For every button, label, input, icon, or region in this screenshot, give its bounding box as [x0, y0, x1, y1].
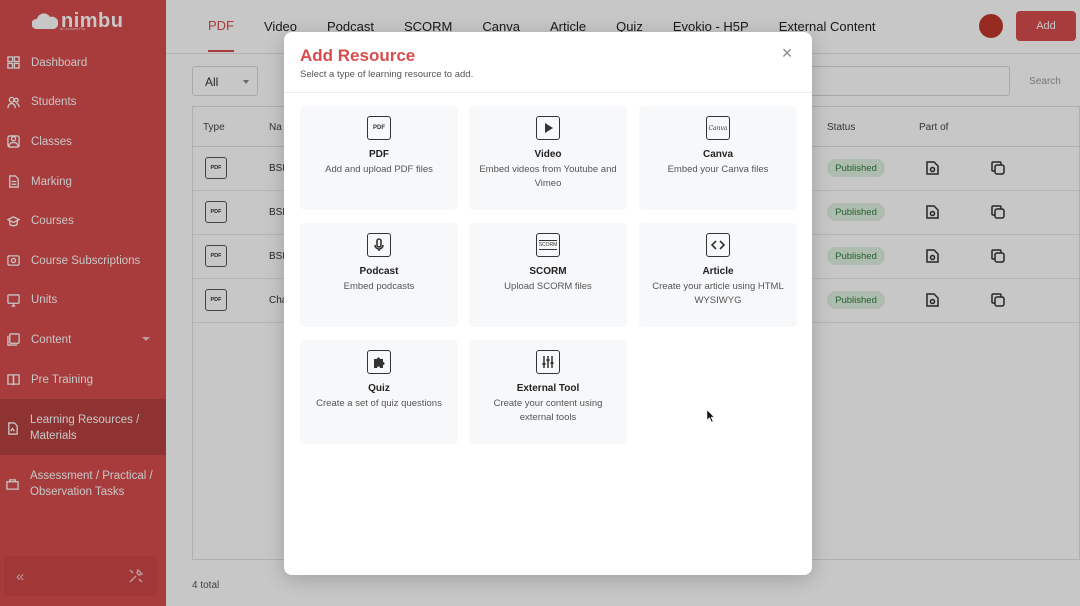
scorm-icon: SCORM [536, 233, 560, 257]
card-title: PDF [369, 149, 389, 160]
microphone-icon [367, 233, 391, 257]
resource-card-video[interactable]: Video Embed videos from Youtube and Vime… [469, 106, 627, 210]
card-description: Create a set of quiz questions [316, 398, 442, 409]
card-description: Embed videos from Youtube and Vimeo [479, 164, 617, 189]
card-title: Quiz [368, 383, 390, 394]
sliders-icon [536, 350, 560, 374]
code-icon [706, 233, 730, 257]
resource-card-external-tool[interactable]: External Tool Create your content using … [469, 340, 627, 444]
puzzle-icon [367, 350, 391, 374]
card-title: Canva [702, 149, 733, 160]
resource-card-pdf[interactable]: PDF PDF Add and upload PDF files [300, 106, 458, 210]
pdf-icon: PDF [367, 116, 391, 140]
canva-icon: Canva [706, 116, 730, 140]
card-description: Embed podcasts [343, 281, 415, 292]
card-description: Upload SCORM files [504, 281, 592, 292]
resource-card-canva[interactable]: Canva Canva Embed your Canva files [639, 106, 797, 210]
divider [284, 92, 812, 93]
card-description: Create your article using HTML WYSIWYG [652, 281, 784, 306]
card-title: Video [534, 149, 562, 160]
resource-card-scorm[interactable]: SCORM SCORM Upload SCORM files [469, 223, 627, 327]
card-description: Add and upload PDF files [325, 164, 433, 175]
card-description: Embed your Canva files [667, 164, 769, 175]
video-icon [536, 116, 560, 140]
card-title: SCORM [529, 266, 567, 277]
modal-title: Add Resource [300, 46, 416, 65]
resource-card-quiz[interactable]: Quiz Create a set of quiz questions [300, 340, 458, 444]
resource-card-podcast[interactable]: Podcast Embed podcasts [300, 223, 458, 327]
add-resource-modal: Add Resource Select a type of learning r… [284, 32, 812, 575]
card-title: Article [702, 266, 734, 277]
card-title: External Tool [516, 383, 580, 394]
card-title: Podcast [359, 266, 399, 277]
resource-card-article[interactable]: Article Create your article using HTML W… [639, 223, 797, 327]
modal-subtitle: Select a type of learning resource to ad… [300, 69, 474, 80]
close-icon[interactable]: × [778, 44, 796, 62]
mouse-cursor-icon [707, 410, 715, 422]
card-description: Create your content using external tools [493, 398, 603, 423]
